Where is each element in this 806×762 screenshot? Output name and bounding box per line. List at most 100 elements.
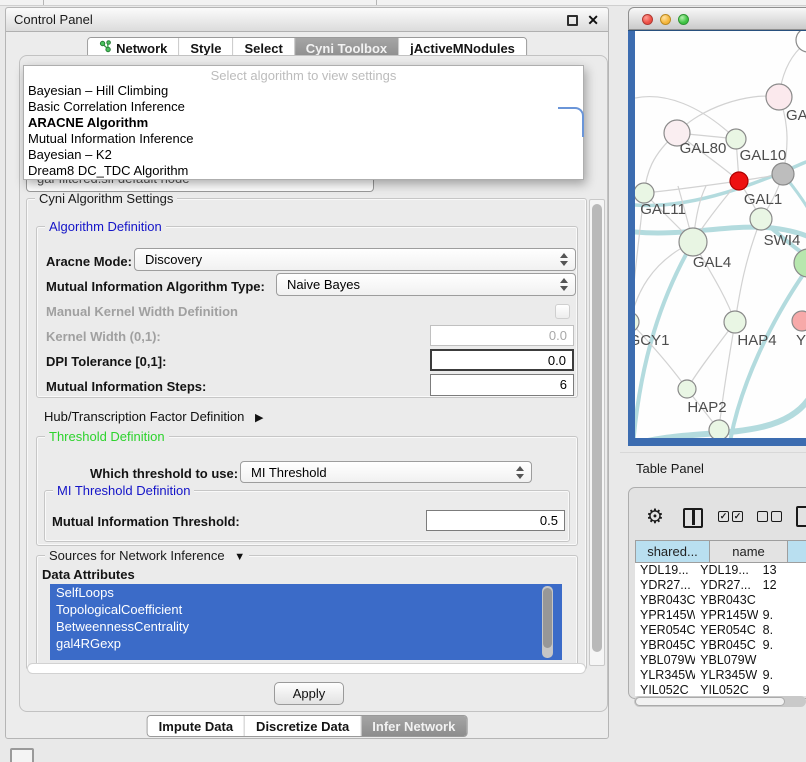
network-node-hap4[interactable] bbox=[724, 311, 746, 333]
combo-arrows-icon bbox=[560, 253, 568, 266]
network-graph[interactable]: GALGAL80GAL10GAL1GAL11SWI4GAL4GCY1HAP4YH… bbox=[635, 31, 806, 438]
tab-impute-data[interactable]: Impute Data bbox=[148, 716, 244, 736]
network-focus-frame: GALGAL80GAL10GAL1GAL11SWI4GAL4GCY1HAP4YH… bbox=[628, 30, 806, 446]
column-visibility-icon[interactable] bbox=[683, 508, 703, 528]
attributes-horizontal-scrollbar[interactable] bbox=[27, 663, 586, 674]
algorithm-option[interactable]: Basic Correlation Inference bbox=[24, 99, 583, 115]
table-row[interactable]: YBR045CYBR045C9. bbox=[635, 638, 806, 653]
attribute-list-item[interactable]: BetweennessCentrality bbox=[50, 618, 562, 635]
which-threshold-combo[interactable]: MI Threshold bbox=[240, 461, 532, 483]
manual-kernel-label: Manual Kernel Width Definition bbox=[46, 304, 238, 319]
attribute-list-item[interactable]: SelfLoops bbox=[50, 584, 562, 601]
algorithm-definition-title: Algorithm Definition bbox=[45, 219, 166, 234]
kernel-width-field[interactable]: 0.0 bbox=[430, 325, 574, 346]
network-canvas[interactable]: GALGAL80GAL10GAL1GAL11SWI4GAL4GCY1HAP4YH… bbox=[635, 31, 806, 438]
algorithm-option[interactable]: Bayesian – Hill Climbing bbox=[24, 83, 583, 99]
window-minimize-button[interactable] bbox=[660, 14, 671, 25]
node-label: GAL10 bbox=[740, 147, 787, 164]
manual-kernel-checkbox[interactable] bbox=[555, 304, 570, 319]
float-panel-icon[interactable] bbox=[567, 15, 578, 26]
network-node[interactable] bbox=[794, 249, 806, 277]
table-cell: 9. bbox=[758, 608, 806, 623]
table-row[interactable]: YBR043CYBR043C bbox=[635, 593, 806, 608]
hub-definition-toggle[interactable]: Hub/Transcription Factor Definition bbox=[44, 409, 263, 424]
network-node-gal11[interactable] bbox=[635, 183, 654, 203]
table-horizontal-scrollbar-thumb[interactable] bbox=[635, 697, 785, 706]
table-cell: YDL19... bbox=[695, 563, 758, 578]
apply-button[interactable]: Apply bbox=[274, 682, 344, 705]
table-cell: YDL19... bbox=[635, 563, 695, 578]
table-row[interactable]: YPR145WYPR145W9. bbox=[635, 608, 806, 623]
table-cell: YLR345W bbox=[695, 668, 758, 683]
deselect-all-rows-icon[interactable] bbox=[757, 511, 782, 522]
table-cell: YPR145W bbox=[695, 608, 758, 623]
table-panel-title: Table Panel bbox=[636, 461, 704, 476]
dpi-tolerance-field[interactable]: 0.0 bbox=[430, 349, 574, 371]
table-cell bbox=[758, 593, 806, 608]
table-cell: YDR27... bbox=[635, 578, 695, 593]
algorithm-option[interactable]: Dream8 DC_TDC Algorithm bbox=[24, 163, 583, 179]
select-all-rows-icon[interactable]: ✓✓ bbox=[718, 511, 743, 522]
minimized-panel-button[interactable] bbox=[10, 748, 34, 762]
table-header: shared... name bbox=[635, 540, 806, 563]
export-table-icon[interactable] bbox=[796, 506, 806, 527]
tab-infer-network[interactable]: Infer Network bbox=[360, 716, 466, 736]
combo-arrows-icon bbox=[516, 466, 524, 479]
window-zoom-button[interactable] bbox=[678, 14, 689, 25]
network-node[interactable] bbox=[772, 163, 794, 185]
table-body[interactable]: YDL19...YDL19...13YDR27...YDR27...12YBR0… bbox=[635, 563, 806, 696]
toolbar-divider bbox=[376, 0, 377, 5]
network-window-titlebar[interactable] bbox=[628, 7, 806, 30]
mi-algorithm-type-combo[interactable]: Naive Bayes bbox=[276, 273, 576, 296]
node-label: GAL11 bbox=[640, 201, 686, 218]
data-attributes-list[interactable]: SelfLoopsTopologicalCoefficientBetweenne… bbox=[50, 584, 562, 660]
focused-combo-fragment bbox=[558, 107, 584, 137]
algorithm-option[interactable]: Bayesian – K2 bbox=[24, 147, 583, 163]
aracne-mode-combo[interactable]: Discovery bbox=[134, 248, 576, 271]
table-cell: 13 bbox=[758, 563, 806, 578]
tab-discretize-data[interactable]: Discretize Data bbox=[244, 716, 360, 736]
column-header-name[interactable]: name bbox=[710, 540, 788, 563]
network-node-y[interactable] bbox=[792, 311, 806, 331]
mi-threshold-field[interactable]: 0.5 bbox=[426, 510, 565, 531]
window-close-button[interactable] bbox=[642, 14, 653, 25]
table-horizontal-scrollbar[interactable] bbox=[634, 696, 806, 707]
table-row[interactable]: YER054CYER054C8. bbox=[635, 623, 806, 638]
column-header-cut[interactable] bbox=[788, 540, 806, 563]
network-node-hap2[interactable] bbox=[678, 380, 696, 398]
table-cell: YIL052C bbox=[695, 683, 758, 696]
desktop: Control Panel ✕ Network Style Se bbox=[0, 0, 806, 762]
column-header-shared-name[interactable]: shared... bbox=[635, 540, 710, 563]
table-row[interactable]: YIL052CYIL052C9 bbox=[635, 683, 806, 696]
table-row[interactable]: YBL079WYBL079W bbox=[635, 653, 806, 668]
network-node-gal10[interactable] bbox=[726, 129, 746, 149]
attributes-scrollbar[interactable] bbox=[542, 586, 553, 658]
table-row[interactable]: YLR345WYLR345W9. bbox=[635, 668, 806, 683]
network-node[interactable] bbox=[709, 420, 729, 438]
which-threshold-label: Which threshold to use: bbox=[90, 466, 238, 481]
attribute-list-item[interactable]: TopologicalCoefficient bbox=[50, 601, 562, 618]
network-node-gal4[interactable] bbox=[679, 228, 707, 256]
attribute-list-item[interactable]: gal4RGexp bbox=[50, 635, 562, 652]
table-cell: YER054C bbox=[695, 623, 758, 638]
table-cell: YBL079W bbox=[635, 653, 695, 668]
table-row[interactable]: YDR27...YDR27...12 bbox=[635, 578, 806, 593]
table-cell: 8. bbox=[758, 623, 806, 638]
control-panel-title: Control Panel bbox=[14, 12, 93, 27]
mi-steps-label: Mutual Information Steps: bbox=[46, 379, 206, 394]
settings-scrollbar[interactable] bbox=[589, 199, 605, 666]
network-node-swi4[interactable] bbox=[750, 208, 772, 230]
algorithm-option[interactable]: Mutual Information Inference bbox=[24, 131, 583, 147]
mi-steps-field[interactable]: 6 bbox=[430, 374, 574, 396]
attributes-scrollbar-thumb[interactable] bbox=[543, 588, 552, 648]
network-node-gal1[interactable] bbox=[730, 172, 748, 190]
settings-scrollbar-thumb[interactable] bbox=[592, 204, 602, 652]
network-node[interactable] bbox=[796, 31, 806, 52]
sources-group-title[interactable]: Sources for Network Inference bbox=[45, 548, 249, 563]
table-row[interactable]: YDL19...YDL19...13 bbox=[635, 563, 806, 578]
algorithm-option[interactable]: ARACNE Algorithm bbox=[24, 115, 583, 131]
table-cell: YER054C bbox=[635, 623, 695, 638]
table-settings-gear-icon[interactable]: ⚙ bbox=[646, 504, 664, 529]
mi-threshold-label: Mutual Information Threshold: bbox=[52, 514, 240, 529]
close-icon[interactable]: ✕ bbox=[587, 12, 599, 29]
